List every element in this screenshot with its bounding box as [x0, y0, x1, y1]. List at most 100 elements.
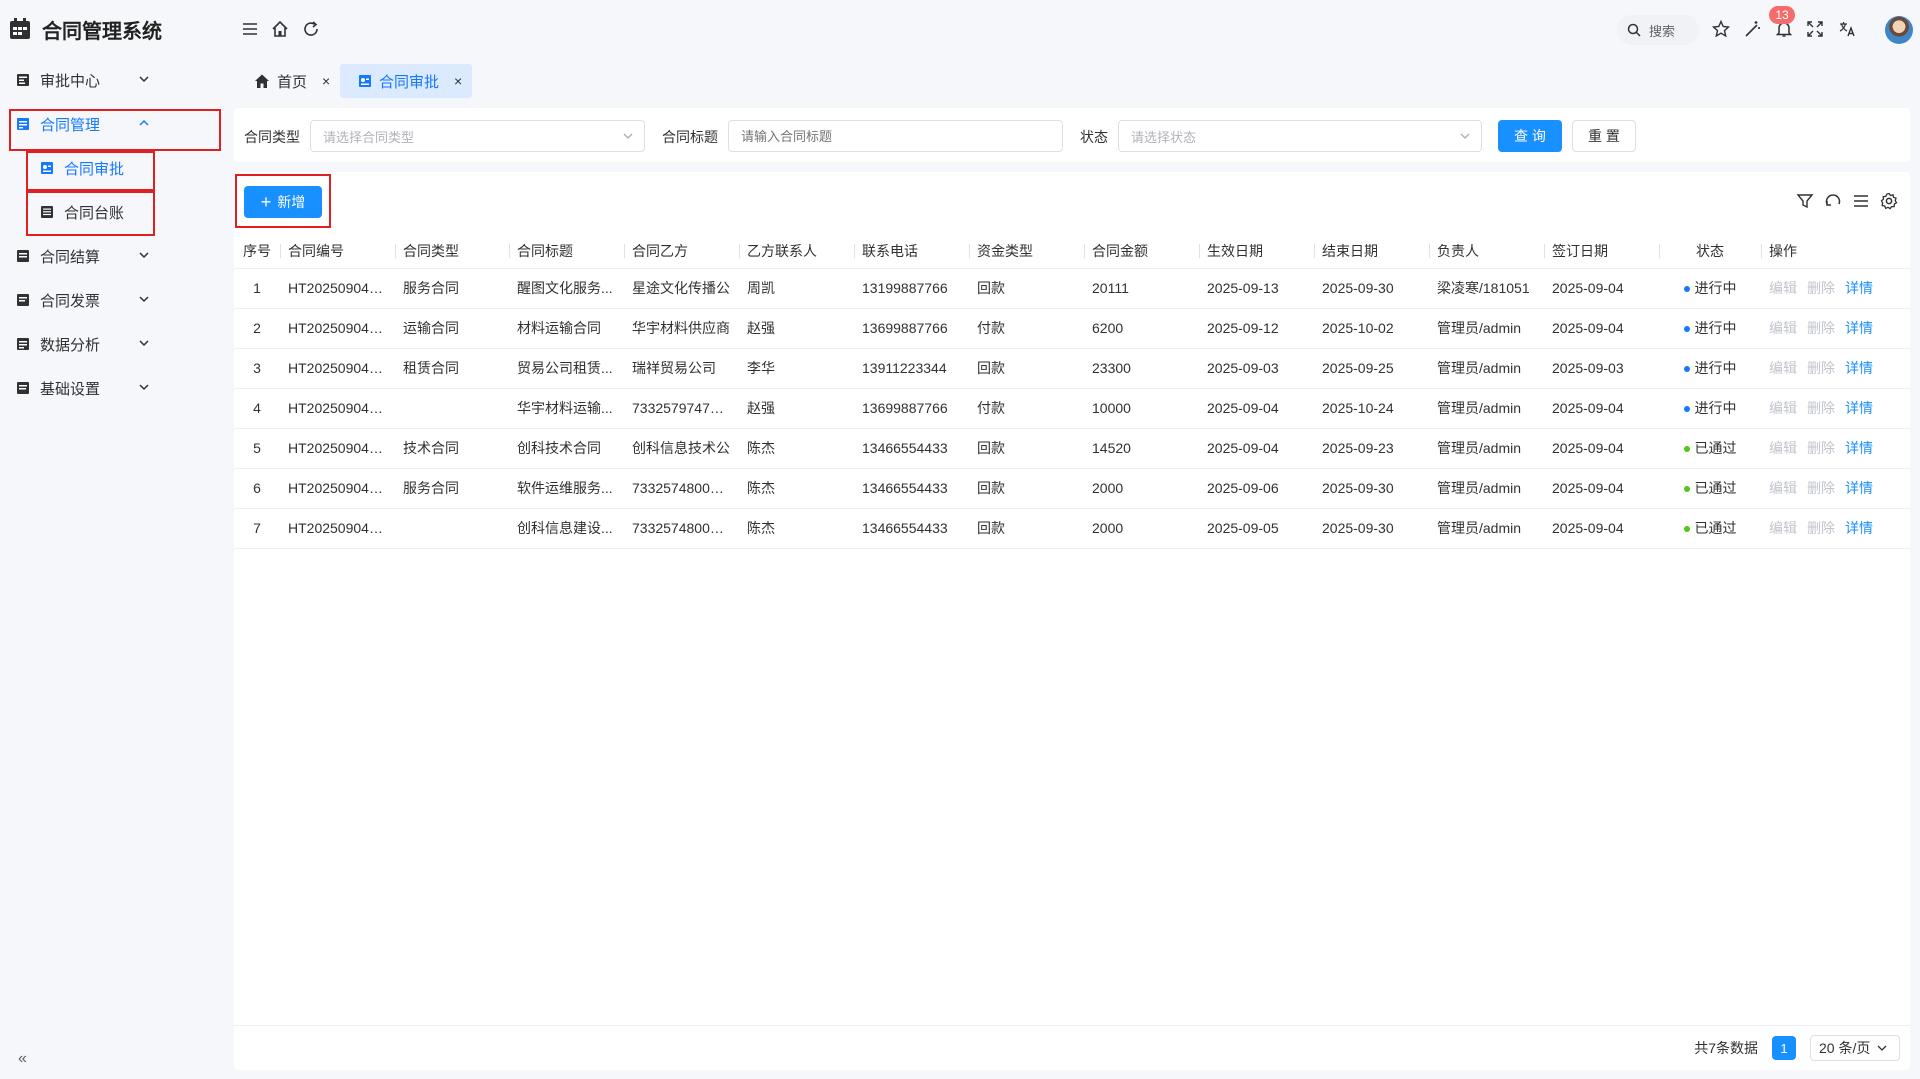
cell-signed: 2025-09-04 [1544, 308, 1659, 349]
submenu-item-contract-approval[interactable]: 合同审批 [0, 146, 227, 190]
edit-action[interactable]: 编辑 [1769, 440, 1797, 456]
page-size-select[interactable]: 20 条/页 [1810, 1035, 1900, 1061]
detail-action[interactable]: 详情 [1845, 320, 1873, 336]
table-row: 1 HT202509040... 服务合同 醒图文化服务... 星途文化传播公 周凯 131… [234, 268, 1910, 309]
cell-phone: 13911223344 [854, 348, 969, 389]
delete-action[interactable]: 删除 [1807, 520, 1835, 536]
cell-party[interactable]: 7332579747425 [624, 388, 739, 429]
cell-title: 创科信息建设... [509, 508, 624, 549]
cell-contact: 陈杰 [739, 468, 854, 509]
translate-icon[interactable] [1838, 20, 1856, 38]
cell-owner: 管理员/admin [1429, 428, 1544, 469]
detail-action[interactable]: 详情 [1845, 520, 1873, 536]
refresh-icon[interactable] [302, 20, 320, 38]
tab-close-icon[interactable]: × [322, 73, 330, 89]
delete-action[interactable]: 删除 [1807, 440, 1835, 456]
cell-party[interactable]: 7332574800159 [624, 468, 739, 509]
edit-action[interactable]: 编辑 [1769, 280, 1797, 296]
tab-close-icon[interactable]: × [454, 73, 462, 89]
status-dot-icon [1683, 406, 1690, 413]
edit-action[interactable]: 编辑 [1769, 320, 1797, 336]
menu-item-contract-settlement[interactable]: 合同结算 [0, 234, 227, 278]
gear-icon[interactable] [1880, 192, 1898, 210]
query-button[interactable]: 查 询 [1498, 120, 1562, 152]
menu-item-contract-invoice[interactable]: 合同发票 [0, 278, 227, 322]
menu-item-label: 合同结算 [40, 248, 101, 266]
cell-type: 服务合同 [395, 268, 509, 309]
search-label: 搜索 [1649, 23, 1676, 39]
edit-action[interactable]: 编辑 [1769, 520, 1797, 536]
detail-action[interactable]: 详情 [1845, 440, 1873, 456]
cell-signed: 2025-09-04 [1544, 508, 1659, 549]
cell-idx: 3 [234, 348, 280, 389]
cell-phone: 13466554433 [854, 468, 969, 509]
cell-type [395, 388, 509, 429]
plus-icon: + [260, 191, 272, 212]
cell-end: 2025-09-25 [1314, 348, 1429, 389]
cell-type [395, 508, 509, 549]
add-button[interactable]: + 新增 [244, 186, 322, 218]
menu-fold-icon[interactable] [241, 20, 259, 38]
tab-contract-approval[interactable]: 合同审批 × [340, 64, 473, 98]
collapse-sidebar-button[interactable]: « [18, 1050, 27, 1068]
menu-item-approval-center[interactable]: 审批中心 [0, 58, 227, 102]
menu-item-contract-management[interactable]: 合同管理 [0, 102, 227, 146]
delete-action[interactable]: 删除 [1807, 360, 1835, 376]
cell-status: 已通过 [1659, 428, 1761, 469]
menu-item-basic-settings[interactable]: 基础设置 [0, 366, 227, 410]
detail-action[interactable]: 详情 [1845, 400, 1873, 416]
page-button-current[interactable]: 1 [1772, 1036, 1796, 1060]
delete-action[interactable]: 删除 [1807, 320, 1835, 336]
contract-table: 序号 合同编号 合同类型 合同标题 合同乙方 乙方联系人 联系电话 资金类型 合… [234, 234, 1910, 549]
notification-badge: 13 [1769, 6, 1795, 24]
cell-phone: 13199887766 [854, 268, 969, 309]
cell-party[interactable]: 7332574800159 [624, 508, 739, 549]
edit-action[interactable]: 编辑 [1769, 360, 1797, 376]
cell-party[interactable]: 华宇材料供应商 [624, 308, 739, 349]
density-icon[interactable] [1852, 192, 1870, 210]
cell-amount: 23300 [1084, 348, 1199, 389]
cell-end: 2025-09-30 [1314, 268, 1429, 309]
refresh-table-icon[interactable] [1824, 192, 1842, 210]
tab-home[interactable]: 首页 × [244, 64, 340, 98]
invoice-icon [16, 293, 30, 307]
submenu-item-contract-ledger[interactable]: 合同台账 [0, 190, 227, 234]
star-icon[interactable] [1712, 20, 1730, 38]
table-header-row: 序号 合同编号 合同类型 合同标题 合同乙方 乙方联系人 联系电话 资金类型 合… [234, 234, 1910, 269]
delete-action[interactable]: 删除 [1807, 480, 1835, 496]
reset-button[interactable]: 重 置 [1572, 120, 1636, 152]
cell-amount: 6200 [1084, 308, 1199, 349]
contract-type-select[interactable]: 请选择合同类型 [310, 120, 645, 152]
status-select[interactable]: 请选择状态 [1118, 120, 1482, 152]
add-button-label: 新增 [277, 194, 306, 210]
cell-code: HT202509040... [280, 428, 395, 469]
fullscreen-icon[interactable] [1806, 20, 1824, 38]
edit-action[interactable]: 编辑 [1769, 400, 1797, 416]
magic-wand-icon[interactable] [1743, 20, 1761, 38]
user-avatar[interactable] [1885, 16, 1913, 44]
detail-action[interactable]: 详情 [1845, 360, 1873, 376]
filter-icon[interactable] [1796, 192, 1814, 210]
edit-action[interactable]: 编辑 [1769, 480, 1797, 496]
detail-action[interactable]: 详情 [1845, 480, 1873, 496]
chevron-down-icon [139, 76, 149, 83]
cell-fund: 付款 [969, 308, 1084, 349]
header-search[interactable]: 搜索 [1617, 15, 1699, 45]
home-icon[interactable] [271, 20, 289, 38]
cell-actions: 编辑 删除 详情 [1761, 508, 1910, 549]
cell-party[interactable]: 创科信息技术公 [624, 428, 739, 469]
delete-action[interactable]: 删除 [1807, 400, 1835, 416]
cell-party[interactable]: 瑞祥贸易公司 [624, 348, 739, 389]
detail-action[interactable]: 详情 [1845, 280, 1873, 296]
status-text: 进行中 [1694, 280, 1737, 296]
pagination: 共7条数据 1 20 条/页 [1694, 1034, 1900, 1062]
contract-type-placeholder: 请选择合同类型 [323, 129, 415, 145]
cell-party[interactable]: 星途文化传播公 [624, 268, 739, 309]
cell-status: 已通过 [1659, 508, 1761, 549]
menu-item-data-analysis[interactable]: 数据分析 [0, 322, 227, 366]
cell-title: 华宇材料运输... [509, 388, 624, 429]
contract-title-input[interactable] [728, 120, 1063, 152]
delete-action[interactable]: 删除 [1807, 280, 1835, 296]
cell-actions: 编辑 删除 详情 [1761, 348, 1910, 389]
cell-signed: 2025-09-04 [1544, 268, 1659, 309]
